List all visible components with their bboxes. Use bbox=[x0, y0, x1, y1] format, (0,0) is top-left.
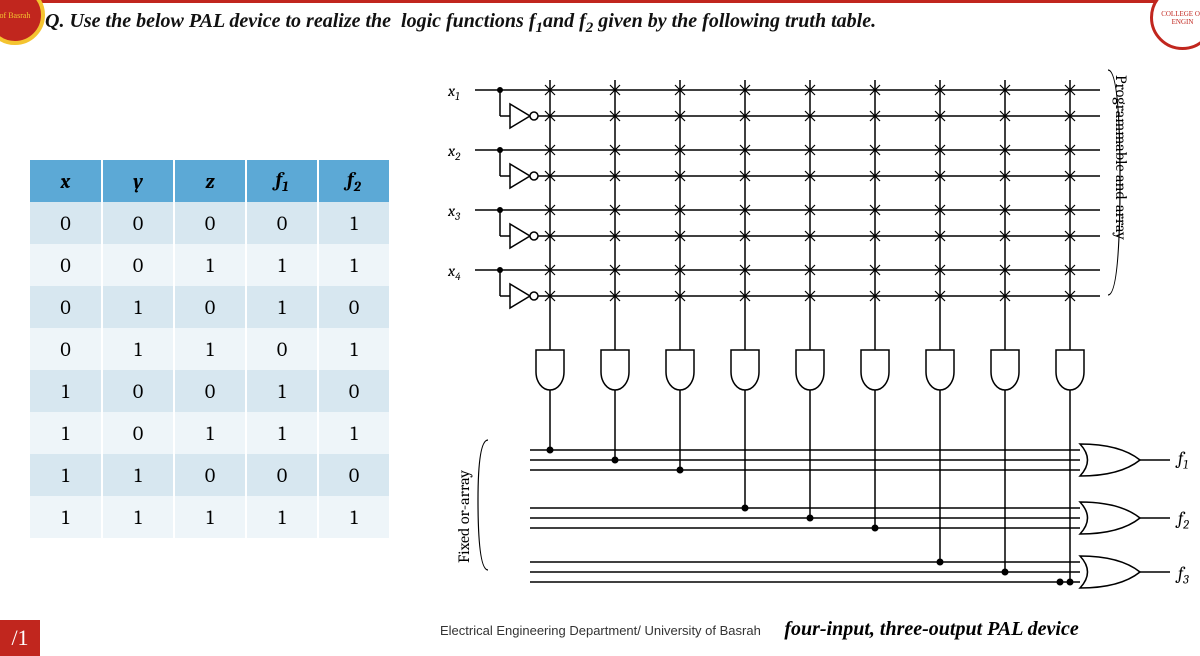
col-f1: f1 bbox=[246, 160, 318, 202]
table-row: 10111 bbox=[30, 412, 390, 454]
question-text: Q. Use the below PAL device to realize t… bbox=[45, 8, 1120, 39]
programmable-and-array-label: Programmable and-array bbox=[1112, 75, 1130, 240]
logo-right: COLLEGE OF ENGIN bbox=[1150, 0, 1200, 50]
table-row: 11000 bbox=[30, 454, 390, 496]
input-x3-label: x3 bbox=[448, 202, 460, 223]
footer-dept: Electrical Engineering Department/ Unive… bbox=[440, 623, 761, 638]
col-y: y bbox=[102, 160, 174, 202]
table-row: 10010 bbox=[30, 370, 390, 412]
output-f2-label: f2 bbox=[1178, 508, 1189, 533]
footer-caption: four-input, three-output PAL device bbox=[784, 618, 1078, 640]
input-x1-label: x1 bbox=[448, 82, 460, 103]
table-row: 01010 bbox=[30, 286, 390, 328]
fixed-or-array-label: Fixed or-array bbox=[455, 470, 473, 563]
output-f1-label: f1 bbox=[1178, 448, 1188, 473]
truth-table: x y z f1 f2 0000100111010100110110010101… bbox=[30, 160, 391, 538]
logo-left: of Basrah bbox=[0, 0, 45, 45]
table-row: 00001 bbox=[30, 202, 390, 244]
output-f3-label: f3 bbox=[1178, 563, 1189, 588]
table-header-row: x y z f1 f2 bbox=[30, 160, 390, 202]
input-x4-label: x4 bbox=[448, 262, 461, 283]
footer: Electrical Engineering Department/ Unive… bbox=[440, 618, 1190, 641]
table-row: 01101 bbox=[30, 328, 390, 370]
table-row: 00111 bbox=[30, 244, 390, 286]
input-x2-label: x2 bbox=[448, 142, 460, 163]
page-number: /1 bbox=[0, 620, 40, 656]
col-x: x bbox=[30, 160, 102, 202]
pal-diagram bbox=[440, 60, 1180, 605]
col-z: z bbox=[174, 160, 246, 202]
table-row: 11111 bbox=[30, 496, 390, 538]
col-f2: f2 bbox=[318, 160, 390, 202]
